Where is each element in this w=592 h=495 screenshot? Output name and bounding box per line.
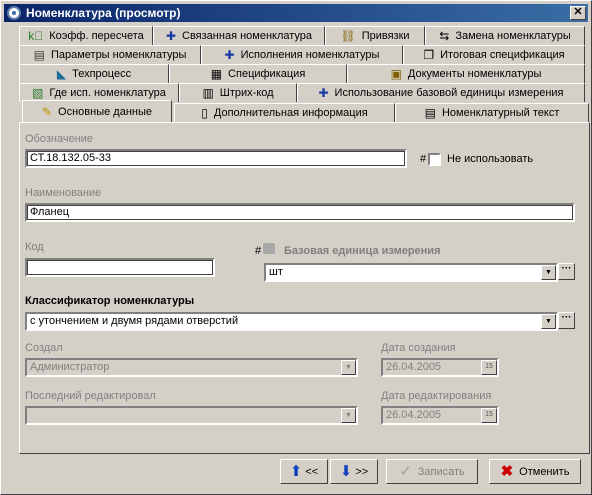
tab-summary-spec[interactable]: ❐ Итоговая спецификация (403, 45, 585, 64)
binding-icon: ⛓ (340, 29, 356, 43)
main-data-panel: Обозначение СТ.18.132.05-33 # Не использ… (19, 122, 590, 454)
created-date-field: 26.04.2005 15 (381, 358, 499, 377)
tab-specification[interactable]: ▦ Спецификация (169, 64, 347, 83)
title-bar: Номенклатура (просмотр) ✕ (4, 4, 588, 22)
edited-date-label: Дата редактирования (381, 390, 492, 402)
add-variant-icon: ✚ (224, 48, 235, 62)
where-used-icon: ▧ (32, 86, 44, 100)
tab-additional-info[interactable]: ▯ Дополнительная информация (174, 103, 395, 122)
spec-table-icon: ▦ (210, 67, 223, 81)
name-label: Наименование (25, 187, 102, 199)
window-title: Номенклатура (просмотр) (26, 6, 181, 20)
chevron-down-icon: ▼ (341, 360, 356, 375)
tab-nomenclature-text[interactable]: ▤ Номенклатурный текст (395, 103, 589, 122)
designation-label: Обозначение (25, 133, 94, 145)
created-by-select: Администратор ▼ (25, 358, 358, 377)
nomenclature-window: Номенклатура (просмотр) ✕ k⃒ Коэфф. пере… (0, 0, 592, 495)
edited-by-label: Последний редактировал (25, 390, 156, 402)
close-button[interactable]: ✕ (570, 6, 586, 20)
save-button[interactable]: ✓ Записать (386, 459, 478, 484)
calendar-icon: 15 (481, 408, 497, 423)
ratio-icon: k⃒ (28, 29, 44, 43)
chevron-down-icon[interactable]: ▼ (541, 314, 556, 329)
edited-by-select: ▼ (25, 406, 358, 425)
tab-base-unit-usage[interactable]: ✚ Использование базовой единицы измерени… (297, 83, 585, 102)
created-by-label: Создал (25, 342, 63, 354)
tab-tech-process[interactable]: ◣ Техпроцесс (19, 64, 169, 83)
barcode-icon: ▥ (202, 86, 214, 100)
base-unit-hash: # (255, 245, 262, 257)
chevron-down-icon: ▼ (341, 408, 356, 423)
edited-date-field: 26.04.2005 15 (381, 406, 499, 425)
info-doc-icon: ▯ (201, 106, 208, 120)
code-field[interactable] (25, 258, 215, 277)
main-data-icon: ✎ (41, 104, 53, 119)
tab-related-nomenclature[interactable]: ✚ Связанная номенклатура (153, 26, 325, 45)
base-unit-select[interactable]: шт ▼ (264, 263, 558, 282)
cancel-x-icon: ✖ (500, 463, 514, 480)
calendar-icon: 15 (481, 360, 497, 375)
hash-marker: # (420, 153, 427, 165)
not-used-checkbox[interactable] (428, 153, 441, 166)
cancel-button[interactable]: ✖ Отменить (489, 459, 581, 484)
designation-field[interactable]: СТ.18.132.05-33 (25, 149, 407, 168)
tab-documents[interactable]: ▣ Документы номенклатуры (347, 64, 585, 83)
add-link-icon: ✚ (165, 29, 177, 43)
classifier-label: Классификатор номенклатуры (25, 295, 195, 307)
summary-spec-icon: ❐ (423, 48, 435, 62)
parameters-icon: ▤ (33, 48, 45, 62)
tech-process-icon: ◣ (56, 67, 67, 81)
previous-button[interactable]: ⬆ << (280, 459, 328, 484)
classifier-select[interactable]: с утончением и двумя рядами отверстий ▼ (25, 312, 558, 331)
base-unit-browse-button[interactable]: ··· (558, 263, 575, 280)
code-label: Код (25, 241, 44, 253)
classifier-browse-button[interactable]: ··· (558, 312, 575, 329)
base-unit-label: Базовая единица измерения (284, 245, 441, 257)
add-unit-icon: ✚ (318, 86, 329, 100)
name-field[interactable]: Фланец (25, 203, 575, 222)
arrow-up-icon: ⬆ (289, 463, 303, 480)
tab-variants[interactable]: ✚ Исполнения номенклатуры (201, 45, 403, 64)
tab-replacement[interactable]: ⇆ Замена номенклатуры (425, 26, 585, 45)
tab-bindings[interactable]: ⛓ Привязки (325, 26, 425, 45)
app-icon (7, 6, 21, 20)
next-button[interactable]: ⬇ >> (330, 459, 378, 484)
check-icon: ✓ (399, 463, 412, 480)
not-used-label: Не использовать (447, 153, 534, 165)
documents-icon: ▣ (390, 67, 402, 81)
unit-icon (263, 243, 275, 254)
text-doc-icon: ▤ (424, 106, 436, 120)
tab-parameters[interactable]: ▤ Параметры номенклатуры (19, 45, 201, 64)
tab-barcode[interactable]: ▥ Штрих-код (179, 83, 297, 102)
swap-icon: ⇆ (439, 29, 450, 43)
tab-conversion-ratio[interactable]: k⃒ Коэфф. пересчета (19, 26, 153, 45)
tab-main-data[interactable]: ✎ Основные данные (22, 100, 172, 122)
arrow-down-icon: ⬇ (339, 463, 353, 480)
created-date-label: Дата создания (381, 342, 456, 354)
chevron-down-icon[interactable]: ▼ (541, 265, 556, 280)
